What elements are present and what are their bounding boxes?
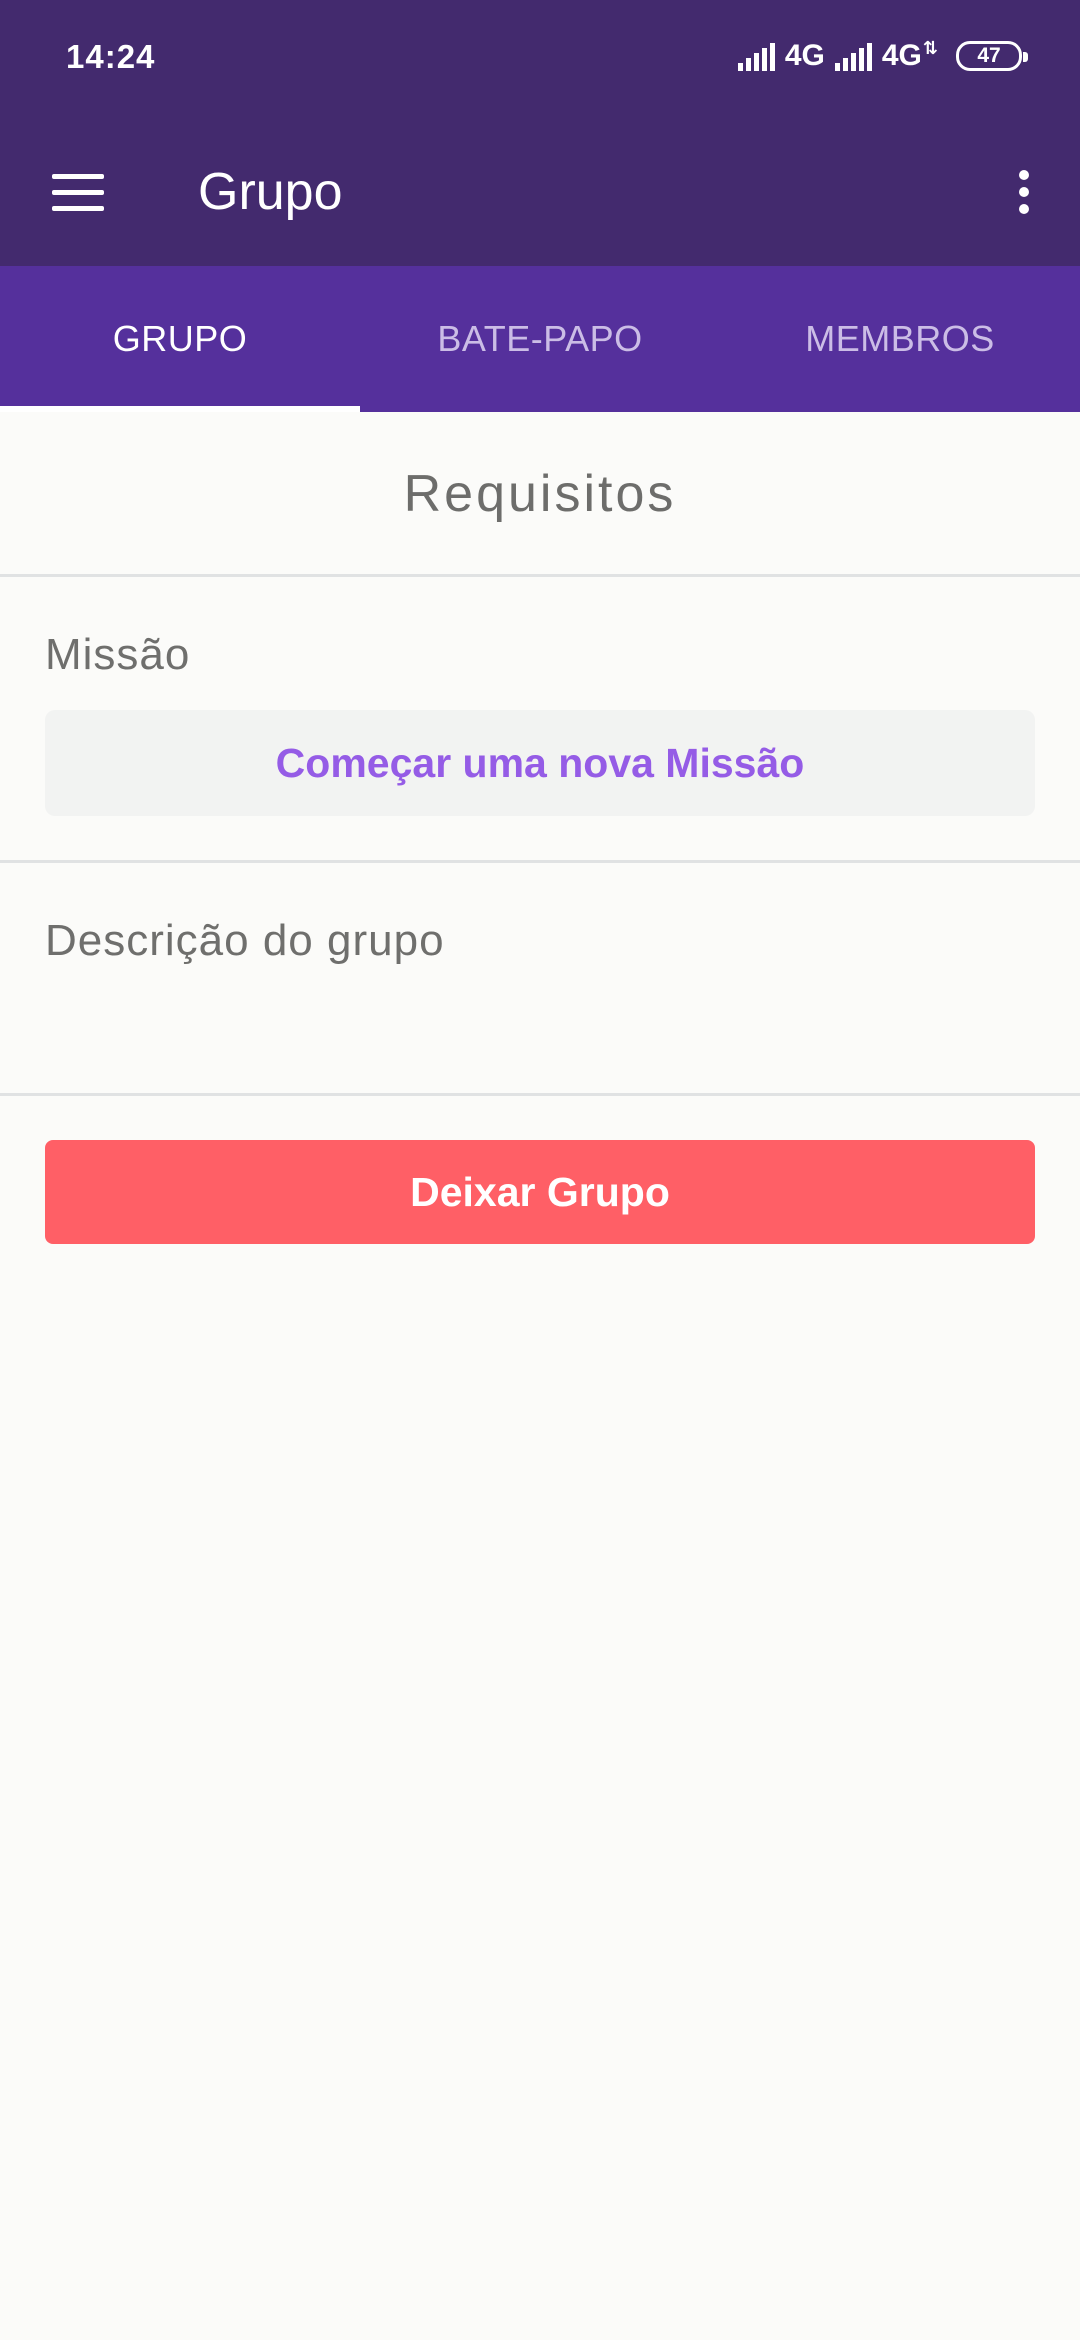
signal-strength-icon [737, 41, 775, 71]
battery-icon: 47 [956, 40, 1028, 71]
network-type-2: 4G⇅ [881, 38, 938, 72]
data-arrows-icon: ⇅ [922, 38, 938, 58]
tab-membros[interactable]: MEMBROS [720, 266, 1080, 412]
status-time: 14:24 [66, 38, 156, 75]
divider [0, 1093, 1080, 1096]
battery-level: 47 [977, 43, 1001, 67]
tab-bar: GRUPO BATE-PAPO MEMBROS [0, 266, 1080, 412]
app-bar: Grupo [0, 118, 1080, 266]
divider [0, 574, 1080, 577]
mission-label: Missão [45, 630, 191, 679]
leave-group-button[interactable]: Deixar Grupo [45, 1140, 1035, 1244]
group-description-label: Descrição do grupo [45, 916, 445, 965]
hamburger-menu-icon[interactable] [44, 158, 112, 226]
tab-bate-papo[interactable]: BATE-PAPO [360, 266, 720, 412]
start-new-quest-button[interactable]: Começar uma nova Missão [45, 710, 1035, 816]
more-vert-icon[interactable] [994, 160, 1054, 224]
signal-strength-icon [834, 41, 872, 71]
section-title-requirements: Requisitos [403, 465, 677, 523]
network-type-1: 4G [784, 38, 825, 72]
status-bar: 14:24 4G 4G⇅ 47 [0, 0, 1080, 118]
status-indicators: 4G 4G⇅ 47 [737, 38, 1028, 73]
tab-grupo[interactable]: GRUPO [0, 266, 360, 412]
page-title: Grupo [198, 163, 343, 221]
divider [0, 860, 1080, 863]
screen: 14:24 4G 4G⇅ 47 Grupo GRUPO BATE-PAPO ME… [0, 0, 1080, 2340]
